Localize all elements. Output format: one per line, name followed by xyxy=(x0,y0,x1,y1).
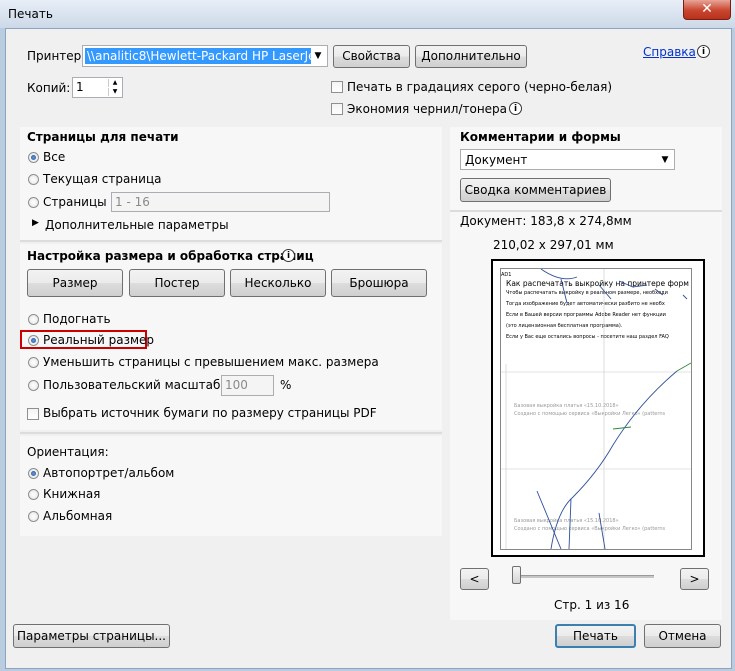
print-button[interactable]: Печать xyxy=(555,624,636,648)
pages-all-label: Все xyxy=(43,150,66,164)
comments-select-value: Документ xyxy=(465,153,528,167)
advanced-button[interactable]: Дополнительно xyxy=(415,45,527,68)
divider xyxy=(20,432,442,434)
pages-range-input[interactable]: 1 - 16 xyxy=(111,192,330,212)
comments-select[interactable]: Документ ▼ xyxy=(460,149,675,170)
sizing-info-icon[interactable]: i xyxy=(282,249,295,262)
page-setup-button[interactable]: Параметры страницы... xyxy=(13,624,170,648)
tab-poster[interactable]: Постер xyxy=(129,269,225,297)
more-options-toggle[interactable]: Дополнительные параметры xyxy=(45,218,229,232)
close-icon: ✕ xyxy=(701,1,713,17)
close-button[interactable]: ✕ xyxy=(683,0,731,20)
comments-summary-button[interactable]: Сводка комментариев xyxy=(460,178,611,202)
help-info-icon[interactable]: i xyxy=(697,45,710,58)
stepper-down-icon[interactable]: ▼ xyxy=(108,88,121,96)
page-preview: AD1 Как распечатать выкройку на принтере… xyxy=(491,259,705,557)
orientation-auto-radio[interactable] xyxy=(28,468,39,479)
fit-radio[interactable] xyxy=(28,314,39,325)
save-ink-info-icon[interactable]: i xyxy=(509,102,522,115)
orientation-auto-label: Автопортрет/альбом xyxy=(43,466,175,480)
pages-range-label: Страницы xyxy=(43,195,107,209)
divider xyxy=(20,240,442,242)
pages-current-label: Текущая страница xyxy=(43,172,162,186)
custom-scale-input[interactable]: 100 xyxy=(221,375,274,396)
shrink-radio[interactable] xyxy=(28,357,39,368)
prev-page-button[interactable]: < xyxy=(460,568,489,590)
page-status: Стр. 1 из 16 xyxy=(554,598,630,612)
paper-size: 210,02 x 297,01 мм xyxy=(493,238,614,252)
shrink-label: Уменьшить страницы с превышением макс. р… xyxy=(43,355,379,369)
help-link[interactable]: Справка xyxy=(643,45,696,59)
save-ink-label: Экономия чернил/тонера xyxy=(347,102,508,116)
title-bar xyxy=(0,0,735,28)
custom-scale-label: Пользовательский масштаб: xyxy=(43,378,225,392)
printer-label: Принтер: xyxy=(27,49,86,63)
properties-button[interactable]: Свойства xyxy=(333,45,410,68)
orientation-portrait-label: Книжная xyxy=(43,487,101,501)
custom-scale-radio[interactable] xyxy=(28,380,39,391)
orientation-landscape-radio[interactable] xyxy=(28,511,39,522)
pages-range-radio[interactable] xyxy=(28,197,39,208)
tab-size[interactable]: Размер xyxy=(27,269,123,297)
actual-size-label: Реальный размер xyxy=(43,333,155,347)
comments-title: Комментарии и формы xyxy=(460,130,621,144)
stepper-up-icon[interactable]: ▲ xyxy=(108,79,121,87)
grayscale-checkbox[interactable] xyxy=(331,81,343,93)
expand-triangle-icon[interactable]: ▶ xyxy=(32,218,39,228)
paper-source-checkbox[interactable] xyxy=(27,408,39,420)
chevron-left-icon: < xyxy=(469,572,480,586)
chevron-down-icon: ▼ xyxy=(314,51,322,61)
percent-label: % xyxy=(280,378,292,392)
copies-value: 1 xyxy=(76,80,84,94)
printer-select[interactable]: \\analitic8\Hewlett-Packard HP LaserJet … xyxy=(82,45,328,67)
pattern-drawing xyxy=(501,269,691,549)
orientation-title: Ориентация: xyxy=(27,445,109,459)
page-content: AD1 Как распечатать выкройку на принтере… xyxy=(500,268,692,550)
printer-value: \\analitic8\Hewlett-Packard HP LaserJet … xyxy=(85,48,311,64)
chevron-down-icon: ▼ xyxy=(661,155,669,165)
orientation-portrait-radio[interactable] xyxy=(28,489,39,500)
copies-stepper[interactable]: 1 ▲ ▼ xyxy=(72,77,123,98)
pages-title: Страницы для печати xyxy=(27,130,179,144)
save-ink-checkbox[interactable] xyxy=(331,103,343,115)
grayscale-label: Печать в градациях серого (черно-белая) xyxy=(347,80,613,94)
tab-booklet[interactable]: Брошюра xyxy=(331,269,427,297)
actual-size-radio[interactable] xyxy=(28,335,39,346)
pages-current-radio[interactable] xyxy=(28,174,39,185)
window-title: Печать xyxy=(8,7,53,21)
paper-source-label: Выбрать источник бумаги по размеру стран… xyxy=(43,406,377,420)
doc-size: Документ: 183,8 x 274,8мм xyxy=(460,214,632,228)
tab-multiple[interactable]: Несколько xyxy=(230,269,326,297)
pages-all-radio[interactable] xyxy=(28,152,39,163)
cancel-button[interactable]: Отмена xyxy=(644,624,721,648)
next-page-button[interactable]: > xyxy=(680,568,709,590)
sizing-title: Настройка размера и обработка страниц xyxy=(27,249,314,263)
orientation-landscape-label: Альбомная xyxy=(43,509,113,523)
zoom-slider-track[interactable] xyxy=(517,575,654,578)
chevron-right-icon: > xyxy=(689,572,700,586)
fit-label: Подогнать xyxy=(43,312,111,326)
zoom-slider-handle[interactable] xyxy=(512,566,521,584)
copies-label: Копий: xyxy=(27,81,71,95)
